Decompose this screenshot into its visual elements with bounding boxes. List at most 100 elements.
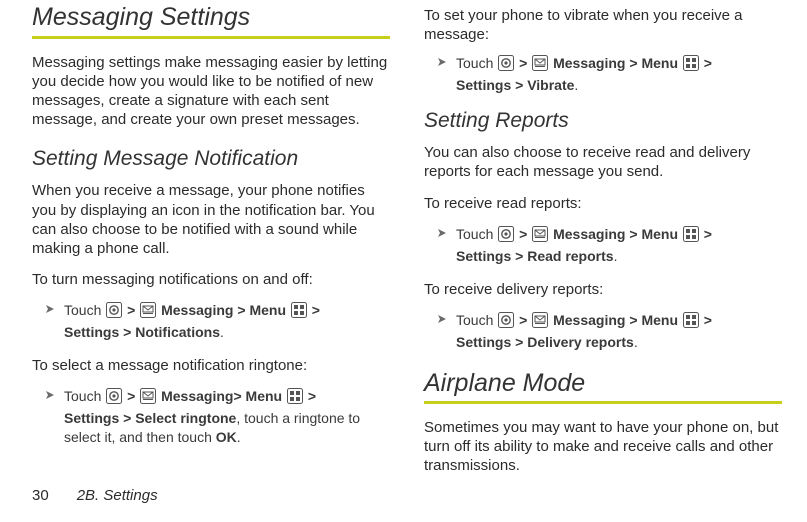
leaf-select-ringtone: Select ringtone [135, 410, 236, 426]
messaging-icon [140, 388, 156, 409]
gt: > [704, 55, 712, 71]
settings-label: Settings [64, 410, 119, 426]
menu-icon [291, 302, 307, 323]
menu-label: Menu [249, 302, 286, 318]
touch-label: Touch [64, 302, 101, 318]
menu-icon [683, 55, 699, 76]
heading-setting-message-notification: Setting Message Notification [32, 147, 390, 171]
touch-label: Touch [456, 55, 493, 71]
launcher-icon [498, 55, 514, 76]
bullet-arrow-icon [46, 305, 60, 313]
lead-vibrate: To set your phone to vibrate when you re… [424, 6, 782, 44]
step-read-reports: Touch > Messaging > Menu > Settings > Re… [424, 225, 782, 266]
step-content: Touch > Messaging > Menu > Settings > Re… [456, 225, 782, 266]
yellow-rule [32, 36, 390, 39]
heading-airplane-mode: Airplane Mode [424, 370, 782, 398]
airplane-intro: Sometimes you may want to have your phon… [424, 418, 782, 476]
gt: > [629, 226, 637, 242]
gt: > [233, 388, 241, 404]
gt: > [519, 226, 527, 242]
gt: > [127, 302, 135, 318]
menu-label: Menu [641, 55, 678, 71]
gt: > [519, 55, 527, 71]
settings-label: Settings [456, 334, 511, 350]
touch-label: Touch [64, 388, 101, 404]
page-footer: 302B. Settings [32, 487, 158, 504]
launcher-icon [498, 226, 514, 247]
gt: > [312, 302, 320, 318]
heading-setting-reports: Setting Reports [424, 109, 782, 133]
menu-label: Menu [641, 312, 678, 328]
menu-icon [287, 388, 303, 409]
dot: . [614, 248, 618, 264]
menu-icon [683, 312, 699, 333]
messaging-icon [140, 302, 156, 323]
gt: > [308, 388, 316, 404]
gt: > [704, 312, 712, 328]
leaf-vibrate: Vibrate [527, 77, 574, 93]
messaging-label: Messaging [553, 312, 625, 328]
settings-label: Settings [456, 248, 511, 264]
step-notifications: Touch > Messaging > Menu > Settings > No… [32, 301, 390, 342]
dot: . [634, 334, 638, 350]
gt: > [515, 77, 523, 93]
yellow-rule [424, 401, 782, 404]
reports-intro: You can also choose to receive read and … [424, 143, 782, 181]
step-vibrate: Touch > Messaging > Menu > Settings > Vi… [424, 54, 782, 95]
bullet-arrow-icon [438, 229, 452, 237]
lead-toggle-notifications: To turn messaging notifications on and o… [32, 270, 390, 289]
leaf-notifications: Notifications [135, 324, 220, 340]
dot: . [237, 429, 241, 445]
gt: > [515, 334, 523, 350]
step-content: Touch > Messaging > Menu > Settings > De… [456, 311, 782, 352]
touch-label: Touch [456, 226, 493, 242]
notif-intro: When you receive a message, your phone n… [32, 181, 390, 258]
intro-text: Messaging settings make messaging easier… [32, 53, 390, 130]
launcher-icon [498, 312, 514, 333]
step-content: Touch > Messaging> Menu > Settings > Sel… [64, 387, 390, 447]
gt: > [704, 226, 712, 242]
gt: > [123, 410, 131, 426]
messaging-icon [532, 312, 548, 333]
launcher-icon [106, 388, 122, 409]
leaf-delivery-reports: Delivery reports [527, 334, 634, 350]
step-content: Touch > Messaging > Menu > Settings > Vi… [456, 54, 782, 95]
manual-page: Messaging Settings Messaging settings ma… [0, 0, 807, 522]
step-delivery-reports: Touch > Messaging > Menu > Settings > De… [424, 311, 782, 352]
step-content: Touch > Messaging > Menu > Settings > No… [64, 301, 390, 342]
messaging-label: Messaging [553, 55, 625, 71]
settings-label: Settings [64, 324, 119, 340]
gt: > [123, 324, 131, 340]
gt: > [519, 312, 527, 328]
lead-read-reports: To receive read reports: [424, 194, 782, 213]
gt: > [515, 248, 523, 264]
gt: > [237, 302, 245, 318]
bullet-arrow-icon [46, 391, 60, 399]
dot: . [220, 324, 224, 340]
settings-label: Settings [456, 77, 511, 93]
ok-label: OK [216, 429, 237, 445]
bullet-arrow-icon [438, 58, 452, 66]
lead-delivery-reports: To receive delivery reports: [424, 280, 782, 299]
messaging-label: Messaging [161, 388, 233, 404]
bullet-arrow-icon [438, 315, 452, 323]
dot: . [574, 77, 578, 93]
messaging-label: Messaging [553, 226, 625, 242]
touch-label: Touch [456, 312, 493, 328]
messaging-label: Messaging [161, 302, 233, 318]
section-title: 2B. Settings [77, 487, 158, 504]
gt: > [629, 55, 637, 71]
two-column-layout: Messaging Settings Messaging settings ma… [32, 4, 782, 494]
step-ringtone: Touch > Messaging> Menu > Settings > Sel… [32, 387, 390, 447]
menu-icon [683, 226, 699, 247]
gt: > [127, 388, 135, 404]
gt: > [629, 312, 637, 328]
messaging-icon [532, 55, 548, 76]
launcher-icon [106, 302, 122, 323]
heading-messaging-settings: Messaging Settings [32, 4, 390, 32]
left-column: Messaging Settings Messaging settings ma… [32, 4, 390, 494]
menu-label: Menu [641, 226, 678, 242]
menu-label: Menu [246, 388, 283, 404]
right-column: To set your phone to vibrate when you re… [424, 4, 782, 494]
messaging-icon [532, 226, 548, 247]
